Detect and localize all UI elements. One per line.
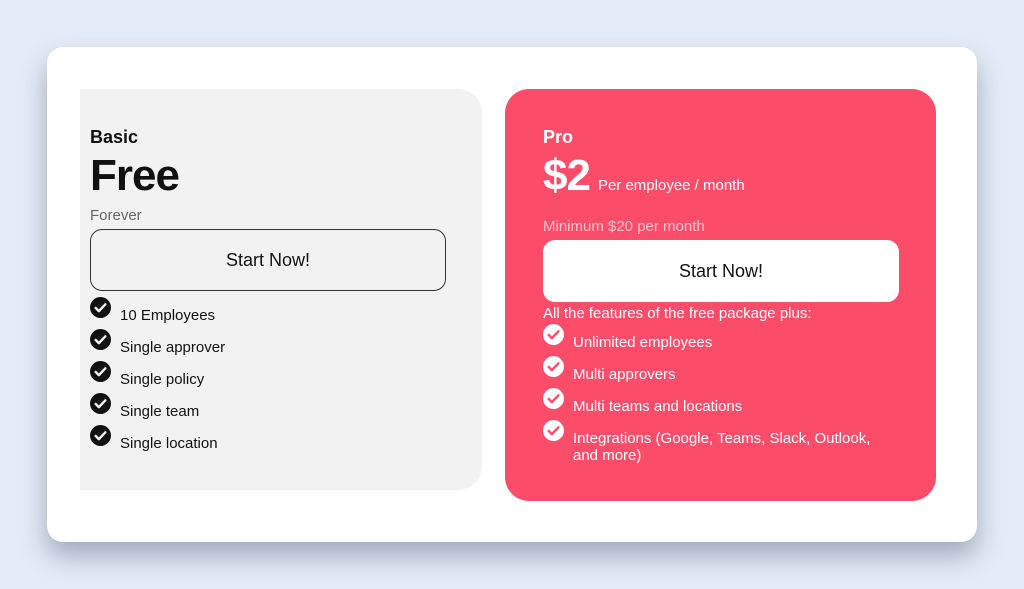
check-circle-icon bbox=[543, 420, 564, 441]
plan-card-pro: Pro $2 Per employee / month Minimum $20 … bbox=[505, 89, 936, 501]
feature-item: Single team bbox=[90, 393, 482, 425]
plan-subtitle: Minimum $20 per month bbox=[543, 218, 705, 235]
start-now-button-pro[interactable]: Start Now! bbox=[543, 240, 899, 302]
feature-item: 10 Employees bbox=[90, 297, 482, 329]
feature-item: Unlimited employees bbox=[543, 324, 936, 356]
plan-price: Free bbox=[90, 151, 180, 200]
feature-label: Single location bbox=[120, 435, 218, 452]
features-intro: All the features of the free package plu… bbox=[543, 305, 812, 322]
plan-price: $2 bbox=[543, 151, 591, 200]
pricing-panel: Basic Free Forever Start Now! 10 Employe… bbox=[47, 47, 977, 542]
plan-name: Pro bbox=[543, 127, 574, 147]
check-circle-icon bbox=[543, 388, 564, 409]
feature-list: 10 Employees Single approver Single poli… bbox=[90, 297, 482, 457]
price-row: Free bbox=[90, 153, 482, 199]
feature-list: Unlimited employees Multi approvers Mult… bbox=[543, 324, 936, 464]
check-circle-icon bbox=[90, 425, 111, 446]
check-circle-icon bbox=[90, 393, 111, 414]
price-unit: Per employee / month bbox=[597, 177, 745, 194]
check-circle-icon bbox=[90, 361, 111, 382]
feature-label: 10 Employees bbox=[120, 307, 216, 324]
feature-item: Single approver bbox=[90, 329, 482, 361]
feature-label: Single team bbox=[120, 403, 200, 420]
feature-label: Multi approvers bbox=[573, 366, 676, 383]
plan-name: Basic bbox=[90, 127, 139, 147]
check-circle-icon bbox=[90, 297, 111, 318]
feature-item: Multi approvers bbox=[543, 356, 936, 388]
feature-item: Multi teams and locations bbox=[543, 388, 936, 420]
plan-card-basic: Basic Free Forever Start Now! 10 Employe… bbox=[80, 89, 482, 490]
feature-item: Single policy bbox=[90, 361, 482, 393]
feature-item: Integrations (Google, Teams, Slack, Outl… bbox=[543, 420, 936, 464]
check-circle-icon bbox=[90, 329, 111, 350]
check-circle-icon bbox=[543, 356, 564, 377]
start-now-button-basic[interactable]: Start Now! bbox=[90, 229, 446, 291]
feature-item: Single location bbox=[90, 425, 482, 457]
plan-subtitle: Forever bbox=[90, 207, 142, 224]
feature-label: Single policy bbox=[120, 371, 205, 388]
feature-label: Single approver bbox=[120, 339, 226, 356]
price-row: $2 Per employee / month bbox=[543, 153, 936, 199]
feature-label: Integrations (Google, Teams, Slack, Outl… bbox=[573, 430, 871, 464]
feature-label: Multi teams and locations bbox=[573, 398, 743, 415]
feature-label: Unlimited employees bbox=[573, 334, 713, 351]
check-circle-icon bbox=[543, 324, 564, 345]
